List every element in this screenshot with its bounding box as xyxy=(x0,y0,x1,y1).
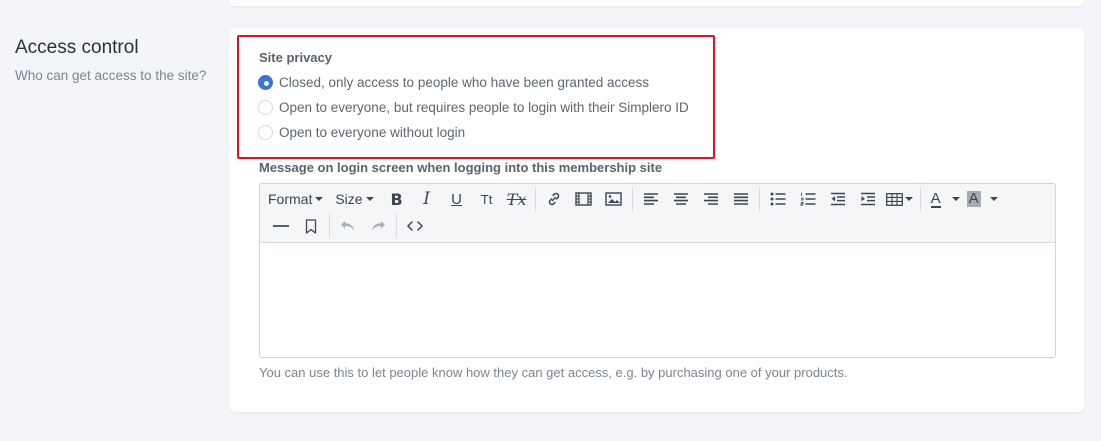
radio-open-no-login[interactable] xyxy=(258,124,273,140)
format-dropdown[interactable]: Format xyxy=(264,186,327,212)
source-code-icon[interactable] xyxy=(400,213,430,239)
radio-label-open-no-login: Open to everyone without login xyxy=(279,124,466,140)
privacy-option-closed[interactable]: Closed, only access to people who have b… xyxy=(258,72,649,92)
toolbar-separator xyxy=(396,214,397,238)
align-center-icon[interactable] xyxy=(666,186,696,212)
highlight-color-dropdown[interactable] xyxy=(986,186,1000,212)
radio-open-login[interactable] xyxy=(258,99,273,115)
previous-card-edge xyxy=(229,0,1084,6)
highlight-color-icon[interactable]: A xyxy=(962,186,986,212)
bullet-list-icon[interactable] xyxy=(763,186,793,212)
rich-text-editor: Format Size B I U Tt Tx A A xyxy=(259,183,1056,358)
table-icon[interactable] xyxy=(883,186,917,212)
chevron-down-icon xyxy=(315,197,324,201)
site-privacy-label: Site privacy xyxy=(259,50,332,65)
privacy-option-open-no-login[interactable]: Open to everyone without login xyxy=(258,122,465,142)
font-color-letter: A xyxy=(930,189,941,208)
radio-label-closed: Closed, only access to people who have b… xyxy=(279,74,649,90)
section-title: Access control xyxy=(15,37,139,58)
toolbar-separator xyxy=(329,214,330,238)
align-left-icon[interactable] xyxy=(636,186,666,212)
login-message-help-text: You can use this to let people know how … xyxy=(259,365,848,380)
text-case-icon[interactable]: Tt xyxy=(472,186,502,212)
undo-icon[interactable] xyxy=(333,213,363,239)
toolbar-separator xyxy=(534,187,536,211)
italic-icon[interactable]: I xyxy=(412,186,442,212)
size-dropdown[interactable]: Size xyxy=(331,186,377,212)
outdent-icon[interactable] xyxy=(823,186,853,212)
align-justify-icon[interactable] xyxy=(726,186,756,212)
chevron-down-icon xyxy=(951,197,960,201)
radio-closed[interactable] xyxy=(258,74,273,90)
horizontal-rule-icon[interactable] xyxy=(266,213,296,239)
chevron-down-icon xyxy=(905,197,914,201)
bold-icon[interactable]: B xyxy=(382,186,412,212)
underline-icon[interactable]: U xyxy=(442,186,472,212)
section-description: Who can get access to the site? xyxy=(15,68,207,83)
link-icon[interactable] xyxy=(539,186,569,212)
format-dropdown-label: Format xyxy=(268,191,313,207)
numbered-list-icon[interactable] xyxy=(793,186,823,212)
bookmark-icon[interactable] xyxy=(296,213,326,239)
font-color-dropdown[interactable] xyxy=(948,186,962,212)
toolbar-separator xyxy=(919,187,921,211)
radio-label-open-login: Open to everyone, but requires people to… xyxy=(279,99,689,115)
indent-icon[interactable] xyxy=(853,186,883,212)
section-header: Access control Who can get access to the… xyxy=(15,36,220,85)
privacy-option-open-login[interactable]: Open to everyone, but requires people to… xyxy=(258,97,689,117)
chevron-down-icon xyxy=(989,197,998,201)
font-color-icon[interactable]: A xyxy=(924,186,948,212)
align-right-icon[interactable] xyxy=(696,186,726,212)
editor-content-area[interactable] xyxy=(260,243,1055,357)
toolbar-separator xyxy=(631,187,633,211)
editor-toolbar: Format Size B I U Tt Tx A A xyxy=(260,184,1055,243)
size-dropdown-label: Size xyxy=(335,191,363,207)
image-icon[interactable] xyxy=(599,186,629,212)
redo-icon[interactable] xyxy=(363,213,393,239)
toolbar-separator xyxy=(758,187,760,211)
highlight-color-letter: A xyxy=(966,190,981,207)
clear-format-icon[interactable]: Tx xyxy=(502,186,532,212)
login-message-label: Message on login screen when logging int… xyxy=(259,160,663,175)
chevron-down-icon xyxy=(365,197,374,201)
video-icon[interactable] xyxy=(569,186,599,212)
